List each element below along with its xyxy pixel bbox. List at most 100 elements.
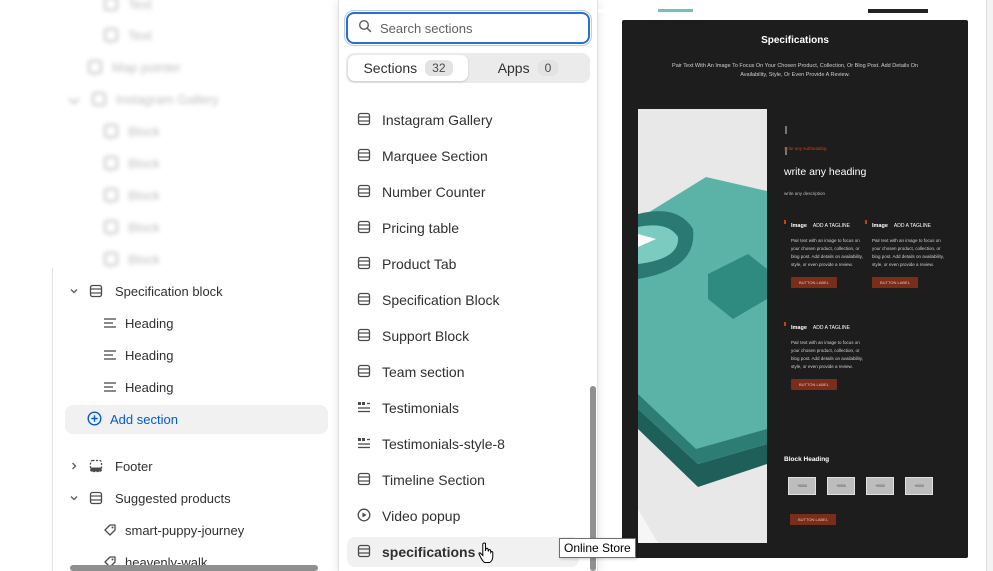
tree-item-dim: Block <box>104 249 160 269</box>
chevron-down-icon[interactable] <box>66 283 82 299</box>
section-icon <box>357 112 371 129</box>
preview-card: Image ADD A TAGLINE Pair text with an ima… <box>791 223 863 289</box>
section-option-label: specifications <box>382 544 476 560</box>
horizontal-scrollbar[interactable] <box>70 565 318 571</box>
tree-section-footer[interactable]: Footer <box>66 452 153 480</box>
tooltip: Online Store <box>559 538 636 558</box>
section-option[interactable]: Marquee Section <box>347 141 579 171</box>
tree-section-specification-block[interactable]: Specification block <box>66 277 223 305</box>
chevron-down-icon[interactable] <box>66 490 82 506</box>
section-option[interactable]: Support Block <box>347 321 579 351</box>
tree-item-dim: Block <box>104 153 160 173</box>
section-preview: Specifications Pair Text With An Image T… <box>622 20 968 558</box>
section-icon <box>357 472 371 489</box>
preview-accent-mark <box>784 220 786 224</box>
tree-block-label: Heading <box>125 347 174 363</box>
tab-label: Apps <box>497 60 530 76</box>
section-option-label: Testimonials-style-8 <box>382 436 505 452</box>
tree-item-dim: Map pointer <box>88 57 181 77</box>
section-option-label: Support Block <box>382 328 470 344</box>
tree-section-suggested-products[interactable]: Suggested products <box>66 484 231 512</box>
footer-icon <box>88 458 104 474</box>
chevron-right-icon[interactable] <box>66 458 82 474</box>
section-icon <box>357 544 371 561</box>
section-option-label: Team section <box>382 364 465 380</box>
hand-cursor-icon <box>478 542 494 564</box>
preview-stat-box: +0000 <box>866 477 894 495</box>
preview-bottom-button: BUTTON LABEL <box>790 514 836 525</box>
block-icon <box>104 156 118 170</box>
section-option[interactable]: Timeline Section <box>347 465 579 495</box>
preview-card-button: BUTTON LABEL <box>791 379 837 390</box>
search-field[interactable] <box>344 10 592 46</box>
tree-item-dim: Block <box>104 185 160 205</box>
tree-item-dim: Block <box>104 121 160 141</box>
section-option-selected[interactable]: specifications <box>347 537 579 567</box>
tab-label: Sections <box>363 60 418 76</box>
add-section-button[interactable]: Add section <box>65 405 328 434</box>
tree-block-heading[interactable]: Heading <box>102 373 173 401</box>
tree-block-label: Heading <box>125 315 174 331</box>
tag-icon <box>102 522 118 538</box>
section-icon <box>357 256 371 273</box>
tree-block-label: smart-puppy-journey <box>125 522 245 538</box>
section-icon <box>357 292 371 309</box>
preview-card: Image ADD A TAGLINE Pair text with an ima… <box>872 223 944 289</box>
dimmed-tree-area: Text Text Map pointer Instagram Gallery … <box>0 0 338 270</box>
text-lines-icon <box>102 315 118 331</box>
tree-item-dim: Text <box>104 25 152 45</box>
search-input[interactable] <box>380 20 570 36</box>
tab-sections[interactable]: Sections 32 <box>348 55 468 81</box>
preview-accent-mark <box>784 322 786 326</box>
section-icon <box>357 148 371 165</box>
chevron-down-icon <box>68 93 80 105</box>
tree-block-product[interactable]: smart-puppy-journey <box>102 516 244 544</box>
text-icon <box>104 0 118 11</box>
count-badge: 0 <box>537 60 559 76</box>
text-lines-icon <box>102 347 118 363</box>
section-icon <box>357 364 371 381</box>
testimonial-icon <box>357 436 371 453</box>
section-tree: Text Text Map pointer Instagram Gallery … <box>0 0 338 571</box>
section-option[interactable]: Team section <box>347 357 579 387</box>
section-icon <box>88 60 102 74</box>
add-section-popover: Sections 32 Apps 0 Instagram Gallery Mar… <box>338 0 598 571</box>
section-icon <box>88 490 104 506</box>
preview-card-button: BUTTON LABEL <box>791 277 837 288</box>
theme-editor: Text Text Map pointer Instagram Gallery … <box>0 0 993 571</box>
preview-card-button: BUTTON LABEL <box>872 277 918 288</box>
plus-circle-icon <box>87 410 102 429</box>
search-icon <box>358 19 372 38</box>
section-option-label: Pricing table <box>382 220 460 236</box>
section-option[interactable]: Video popup <box>347 501 579 531</box>
block-icon <box>104 124 118 138</box>
preview-stat-box: +0000 <box>827 477 855 495</box>
tree-section-label: Specification block <box>115 283 223 299</box>
preview-product-image <box>638 109 767 543</box>
section-option-label: Testimonials <box>382 400 460 416</box>
section-option[interactable]: Product Tab <box>347 249 579 279</box>
section-option[interactable]: Instagram Gallery <box>347 105 579 135</box>
section-icon <box>357 220 371 237</box>
preview-description: write any description <box>784 191 826 196</box>
preview-top-strip <box>598 0 993 13</box>
section-option[interactable]: Specification Block <box>347 285 579 315</box>
preview-card: Image ADD A TAGLINE Pair text with an ima… <box>791 325 863 391</box>
section-icon <box>92 92 106 106</box>
section-option-label: Specification Block <box>382 292 500 308</box>
section-option[interactable]: Testimonials-style-8 <box>347 429 579 459</box>
tree-block-heading[interactable]: Heading <box>102 309 173 337</box>
section-option-label: Marquee Section <box>382 148 488 164</box>
text-lines-icon <box>102 379 118 395</box>
text-icon <box>104 28 118 42</box>
preview-heading: write any heading <box>784 166 867 178</box>
tree-block-heading[interactable]: Heading <box>102 341 173 369</box>
tab-apps[interactable]: Apps 0 <box>468 55 588 81</box>
block-icon <box>104 252 118 266</box>
section-option[interactable]: Number Counter <box>347 177 579 207</box>
section-option-label: Instagram Gallery <box>382 112 493 128</box>
section-app-tabs: Sections 32 Apps 0 <box>346 53 590 83</box>
preview-subheading: write any subheading <box>784 146 827 151</box>
section-option[interactable]: Pricing table <box>347 213 579 243</box>
section-option[interactable]: Testimonials <box>347 393 579 423</box>
